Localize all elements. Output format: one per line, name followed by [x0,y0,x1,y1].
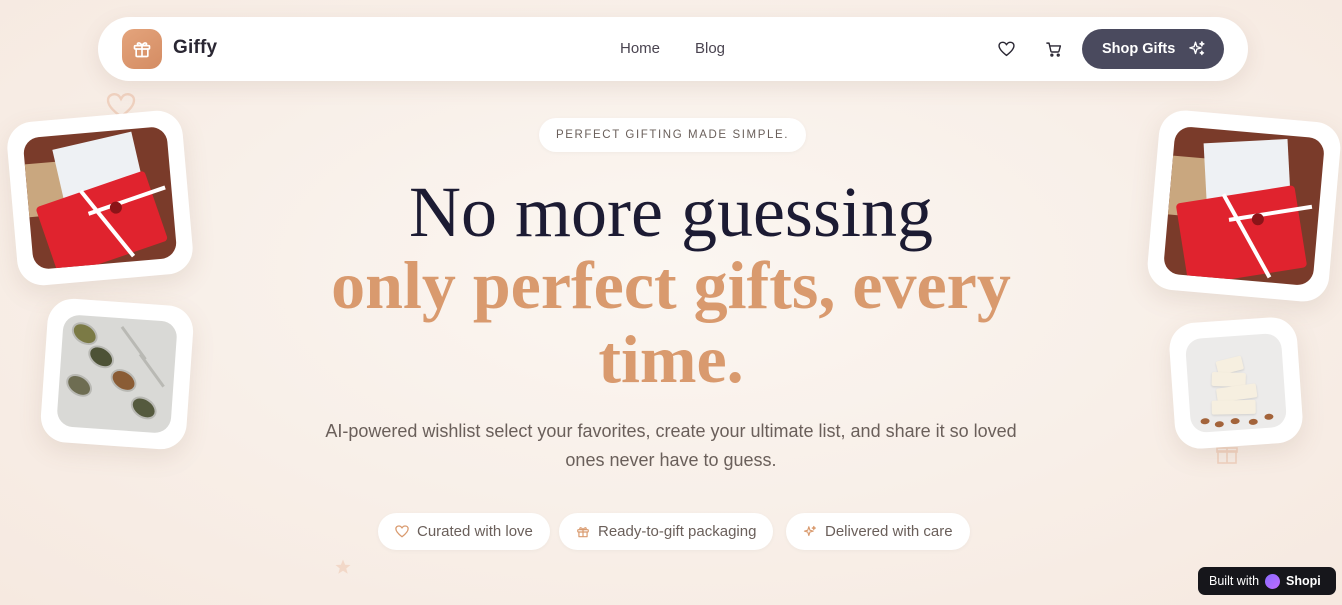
white-chocolate-image [1184,332,1288,434]
feature-label: Ready-to-gift packaging [598,523,757,540]
heart-icon [395,525,409,538]
logo-gift-icon[interactable] [122,29,162,69]
shopi-logo-icon [1265,573,1281,589]
feature-label: Curated with love [417,523,533,540]
built-with-badge[interactable]: Built with Shopi [1198,567,1336,595]
built-with-prefix: Built with [1209,574,1260,588]
sparkles-icon [1189,41,1205,56]
feature-pill-packaging: Ready-to-gift packaging [559,513,774,550]
heart-icon[interactable] [995,38,1017,60]
star-deco-icon [335,559,351,574]
shop-gifts-button[interactable]: Shop Gifts [1082,29,1224,69]
built-with-brand: Shopi [1286,574,1321,588]
shop-gifts-label: Shop Gifts [1102,41,1176,57]
nav-link-blog[interactable]: Blog [695,40,725,57]
nav-link-home[interactable]: Home [620,40,660,57]
top-navbar: Giffy Home Blog Shop Gifts [98,17,1248,81]
hero-headline-accent: only perfect gifts, every time. [331,247,1011,397]
feature-pill-delivery: Delivered with care [786,513,970,550]
chocolate-product-card[interactable] [1167,315,1305,451]
tea-spoons-image [56,314,178,434]
cart-icon[interactable] [1043,38,1065,60]
feature-pill-curated: Curated with love [378,513,550,550]
hero-headline: No more guessing [409,172,933,252]
feature-label: Delivered with care [825,523,953,540]
sparkles-icon [803,525,816,536]
hero-tagline: PERFECT GIFTING MADE SIMPLE. [539,118,806,152]
hero-subtitle: AI-powered wishlist select your favorite… [325,421,1017,470]
brand-name[interactable]: Giffy [173,37,217,59]
tea-product-card[interactable] [39,297,195,451]
gift-icon [577,526,589,537]
